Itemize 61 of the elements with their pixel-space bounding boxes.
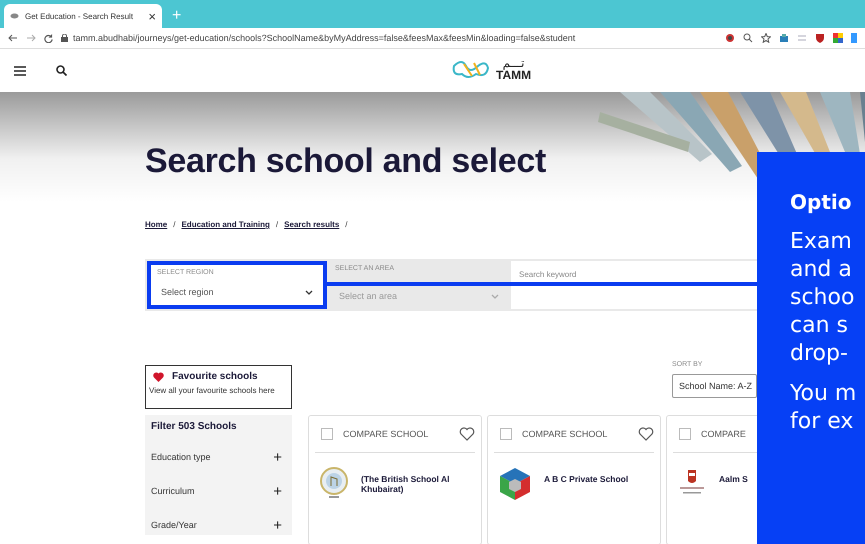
filter-group-label[interactable]: Curriculum [151,486,195,496]
zoom-icon[interactable] [743,33,753,43]
expand-button[interactable]: + [273,518,282,532]
dropdown-value: Select an area [339,291,398,301]
compare-label: COMPARE SCHOOL [343,429,430,439]
dropdown-value: Select region [161,287,214,297]
lock-icon [61,34,68,42]
back-icon[interactable] [8,34,18,42]
filter-title: Filter 503 Schools [151,421,238,432]
callout-title: Optio [790,190,852,214]
callout-text-line: schoo [790,284,856,312]
star-icon[interactable] [761,33,771,43]
compare-checkbox[interactable] [500,428,512,440]
school-card[interactable]: COMPARE SCHOOL A B C Private School [487,415,661,544]
chevron-down-icon [305,290,313,294]
breadcrumb-separator: / [173,220,176,229]
breadcrumb-link[interactable]: Home [145,220,168,229]
filter-group-label[interactable]: Education type [151,452,211,462]
heart-icon[interactable] [638,427,654,441]
close-tab-button[interactable]: × [148,8,156,24]
sort-dropdown[interactable]: School Name: A-Z [672,374,757,398]
filter-group-label[interactable]: Grade/Year [151,520,197,530]
compare-checkbox[interactable] [321,428,333,440]
school-card[interactable]: COMPARE SCHOOL (The British School Al Khubairat) [308,415,482,544]
site-icon [10,13,19,19]
reload-icon[interactable] [44,34,53,42]
search-field[interactable]: Search keyword [511,261,757,309]
callout-text-line: and a [790,256,853,284]
school-name[interactable]: (The British School Al Khubairat) [361,474,471,494]
heart-icon[interactable] [459,427,475,441]
extension-icon[interactable] [725,33,735,43]
chevron-down-icon [491,294,499,298]
favourites-card[interactable]: Favourite schools View all your favourite schools here [145,365,292,409]
favourites-title: Favourite schools [172,371,258,382]
menu-icon[interactable] [14,66,26,76]
compare-label: COMPARE SCHOOL [522,429,608,439]
heart-icon [153,372,164,382]
logo-text: TAMM [496,69,532,81]
expand-button[interactable]: + [273,450,282,464]
school-name[interactable]: A B C Private School [544,474,650,484]
compare-checkbox[interactable] [679,428,691,440]
url-text[interactable]: tamm.abudhabi/journeys/get-education/schools?SchoolName&byMyAddress=false&feesMax&feesMin&loading=false&student [73,33,576,43]
breadcrumb-link[interactable]: Education and Training [181,220,270,229]
shield-icon[interactable] [815,33,825,43]
logo-arabic-text: تـــم [502,57,524,69]
callout-text-line: Exam [790,228,853,256]
breadcrumb-link[interactable]: Search results [284,220,340,229]
compare-label: COMPARE [701,429,747,439]
browser-tab[interactable]: Get Education - Search Result × [4,4,162,28]
extension-icon[interactable] [779,33,789,43]
favourites-subtitle: View all your favourite schools here [149,386,276,395]
breadcrumb-separator: / [345,220,348,229]
breadcrumb-separator: / [276,220,278,229]
callout-text-line: can s [790,312,849,340]
callout-text-line: drop- [790,340,849,368]
callout-text-line: You m [790,380,858,408]
search-icon[interactable] [56,65,67,76]
cube-logo-icon [498,467,532,501]
page-title: Search school and select [145,142,546,181]
expand-button[interactable]: + [273,484,282,498]
school-crest-icon [319,467,349,499]
